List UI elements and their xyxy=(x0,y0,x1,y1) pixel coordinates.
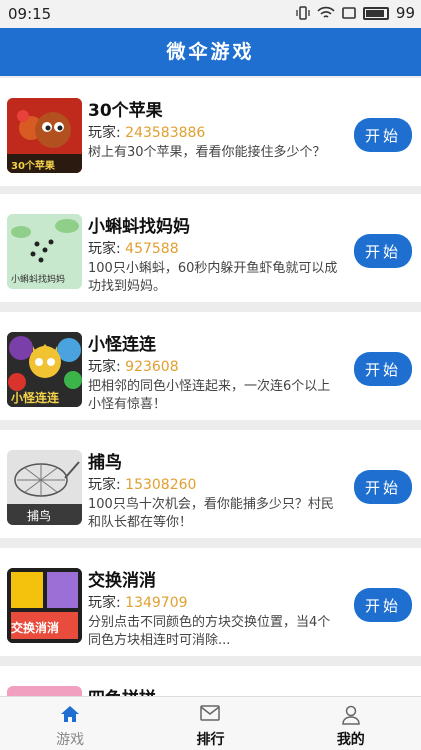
battery-icon xyxy=(362,6,389,20)
player-count: 玩家: 15308260 xyxy=(88,474,196,494)
thumb-label: 30个苹果 xyxy=(11,161,55,172)
play-button[interactable]: 开始 xyxy=(354,470,412,504)
player-count: 玩家: 243583886 xyxy=(88,122,205,142)
mail-icon xyxy=(200,705,221,721)
game-item-tadpole[interactable]: 小蝌蚪找妈妈 小蝌蚪找妈妈 玩家: 457588 100只小蝌蚪，60秒内躲开鱼… xyxy=(0,194,421,302)
tab-ranking[interactable]: 排行 xyxy=(140,697,280,750)
game-description: 100只鸟十次机会，看你能捕多少只？村民和队长都在等你！ xyxy=(88,497,334,530)
play-button[interactable]: 开始 xyxy=(354,352,412,386)
bottom-tab-bar: 游戏 排行 我的 xyxy=(0,696,421,750)
game-item-monster[interactable]: 小怪连连 小怪连连 玩家: 923608 把相邻的同色小怪连起来，一次连6个以上… xyxy=(0,312,421,420)
player-count: 玩家: 923608 xyxy=(88,356,179,376)
thumb-label: 小怪连连 xyxy=(11,391,60,405)
thumb-label: 交换消消 xyxy=(11,621,60,635)
player-label: 玩家: xyxy=(88,125,121,141)
tab-label: 游戏 xyxy=(56,732,85,748)
game-title: 小怪连连 xyxy=(88,335,156,355)
game-title: 30个苹果 xyxy=(88,101,163,121)
player-label: 玩家: xyxy=(88,359,121,375)
game-description: 100只小蝌蚪，60秒内躲开鱼虾龟就可以成功找到妈妈。 xyxy=(88,261,338,294)
tab-mine[interactable]: 我的 xyxy=(281,697,421,750)
game-item-catch-bird[interactable]: 捕鸟 捕鸟 玩家: 15308260 100只鸟十次机会，看你能捕多少只？村民和… xyxy=(0,430,421,538)
person-icon xyxy=(342,705,360,725)
window-icon xyxy=(342,7,356,19)
game-list[interactable]: 30个苹果 30个苹果 玩家: 243583886 树上有30个苹果，看看你能接… xyxy=(0,76,421,696)
player-number: 923608 xyxy=(125,359,179,375)
game-description: 把相邻的同色小怪连起来，一次连6个以上小怪有惊喜！ xyxy=(88,379,331,412)
player-label: 玩家: xyxy=(88,595,121,611)
player-number: 243583886 xyxy=(125,125,206,141)
status-icons: 99 xyxy=(296,4,415,22)
thumb-label: 小蝌蚪找妈妈 xyxy=(11,275,66,285)
game-title: 小蝌蚪找妈妈 xyxy=(88,217,190,237)
game-item-swap-match[interactable]: 交换消消 交换消消 玩家: 1349709 分别点击不同颜色的方块交换位置，当4… xyxy=(0,548,421,656)
four-color-icon xyxy=(7,686,82,696)
battery-level: 99 xyxy=(395,4,415,22)
wifi-icon xyxy=(317,6,335,18)
player-label: 玩家: xyxy=(88,241,121,257)
player-count: 玩家: 457588 xyxy=(88,238,179,258)
thumb-label: 捕鸟 xyxy=(27,509,52,523)
game-description: 树上有30个苹果，看看你能接住多少个？ xyxy=(88,145,326,160)
home-icon xyxy=(61,706,80,722)
tadpole-icon: 小蝌蚪找妈妈 xyxy=(7,214,82,289)
game-title: 交换消消 xyxy=(88,571,156,591)
play-button[interactable]: 开始 xyxy=(354,118,412,152)
game-title: 捕鸟 xyxy=(88,453,122,473)
game-title: 四色拼拼 xyxy=(88,684,156,696)
tab-label: 排行 xyxy=(196,732,225,748)
page-title: 微伞游戏 xyxy=(166,41,255,63)
game-description: 分别点击不同颜色的方块交换位置，当4个同色方块相连时可消除... xyxy=(88,615,331,648)
monster-icon: 小怪连连 xyxy=(7,332,82,407)
apple-squirrel-icon: 30个苹果 xyxy=(7,98,82,173)
tab-games[interactable]: 游戏 xyxy=(0,697,140,750)
game-item-four-color[interactable]: 四色拼拼 xyxy=(0,666,421,696)
bird-net-icon: 捕鸟 xyxy=(7,450,82,525)
play-button[interactable]: 开始 xyxy=(354,588,412,622)
player-label: 玩家: xyxy=(88,477,121,493)
player-number: 457588 xyxy=(125,241,179,257)
status-time: 09:15 xyxy=(8,5,52,23)
play-button[interactable]: 开始 xyxy=(354,234,412,268)
player-count: 玩家: 1349709 xyxy=(88,592,188,612)
status-bar: 09:15 99 xyxy=(0,0,421,28)
color-blocks-icon: 交换消消 xyxy=(7,568,82,643)
game-item-30-apples[interactable]: 30个苹果 30个苹果 玩家: 243583886 树上有30个苹果，看看你能接… xyxy=(0,78,421,186)
app-header: 微伞游戏 xyxy=(0,28,421,76)
player-number: 15308260 xyxy=(125,477,197,493)
vibrate-icon xyxy=(296,6,310,20)
tab-label: 我的 xyxy=(336,732,365,748)
player-number: 1349709 xyxy=(125,595,188,611)
